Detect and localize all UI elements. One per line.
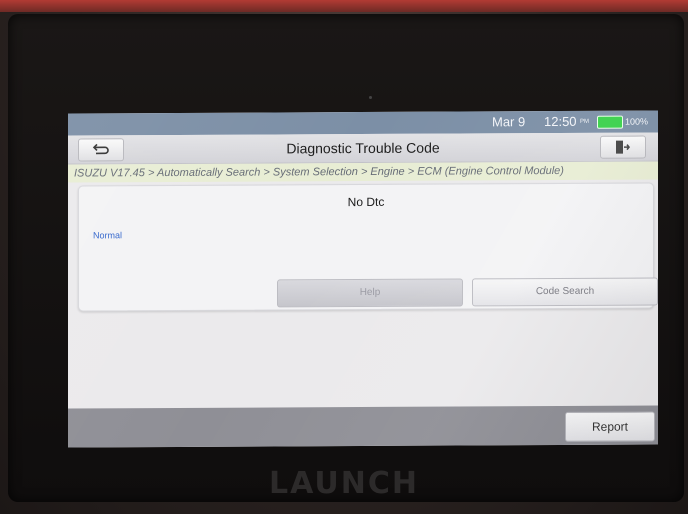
code-search-button[interactable]: Code Search <box>472 277 658 307</box>
device-screen: Mar 9 12:50 PM 100% Diagnostic Trouble C… <box>68 110 658 448</box>
page-title: Diagnostic Trouble Code <box>286 139 440 157</box>
exit-button[interactable] <box>600 135 646 159</box>
exit-door-icon <box>616 140 630 154</box>
battery-percent: 100% <box>625 116 649 127</box>
status-ampm: PM <box>580 118 589 125</box>
status-bar: Mar 9 12:50 PM 100% <box>68 110 658 136</box>
dtc-result-card: No Dtc Normal Help Code Search <box>78 182 658 312</box>
status-date: Mar 9 <box>492 114 526 130</box>
system-status-label: Normal <box>93 230 123 241</box>
status-time: 12:50 <box>544 113 577 130</box>
device-edge <box>0 0 688 12</box>
report-button[interactable]: Report <box>565 411 655 442</box>
title-bar: Diagnostic Trouble Code <box>68 132 658 165</box>
help-button[interactable]: Help <box>277 278 463 308</box>
device-brand-logo: LAUNCH <box>268 466 419 501</box>
battery-icon <box>597 115 623 129</box>
camera-dot <box>369 96 372 99</box>
bottom-toolbar: Report <box>68 405 658 448</box>
breadcrumb: ISUZU V17.45 > Automatically Search > Sy… <box>68 161 658 183</box>
dtc-result-title: No Dtc <box>347 194 385 210</box>
